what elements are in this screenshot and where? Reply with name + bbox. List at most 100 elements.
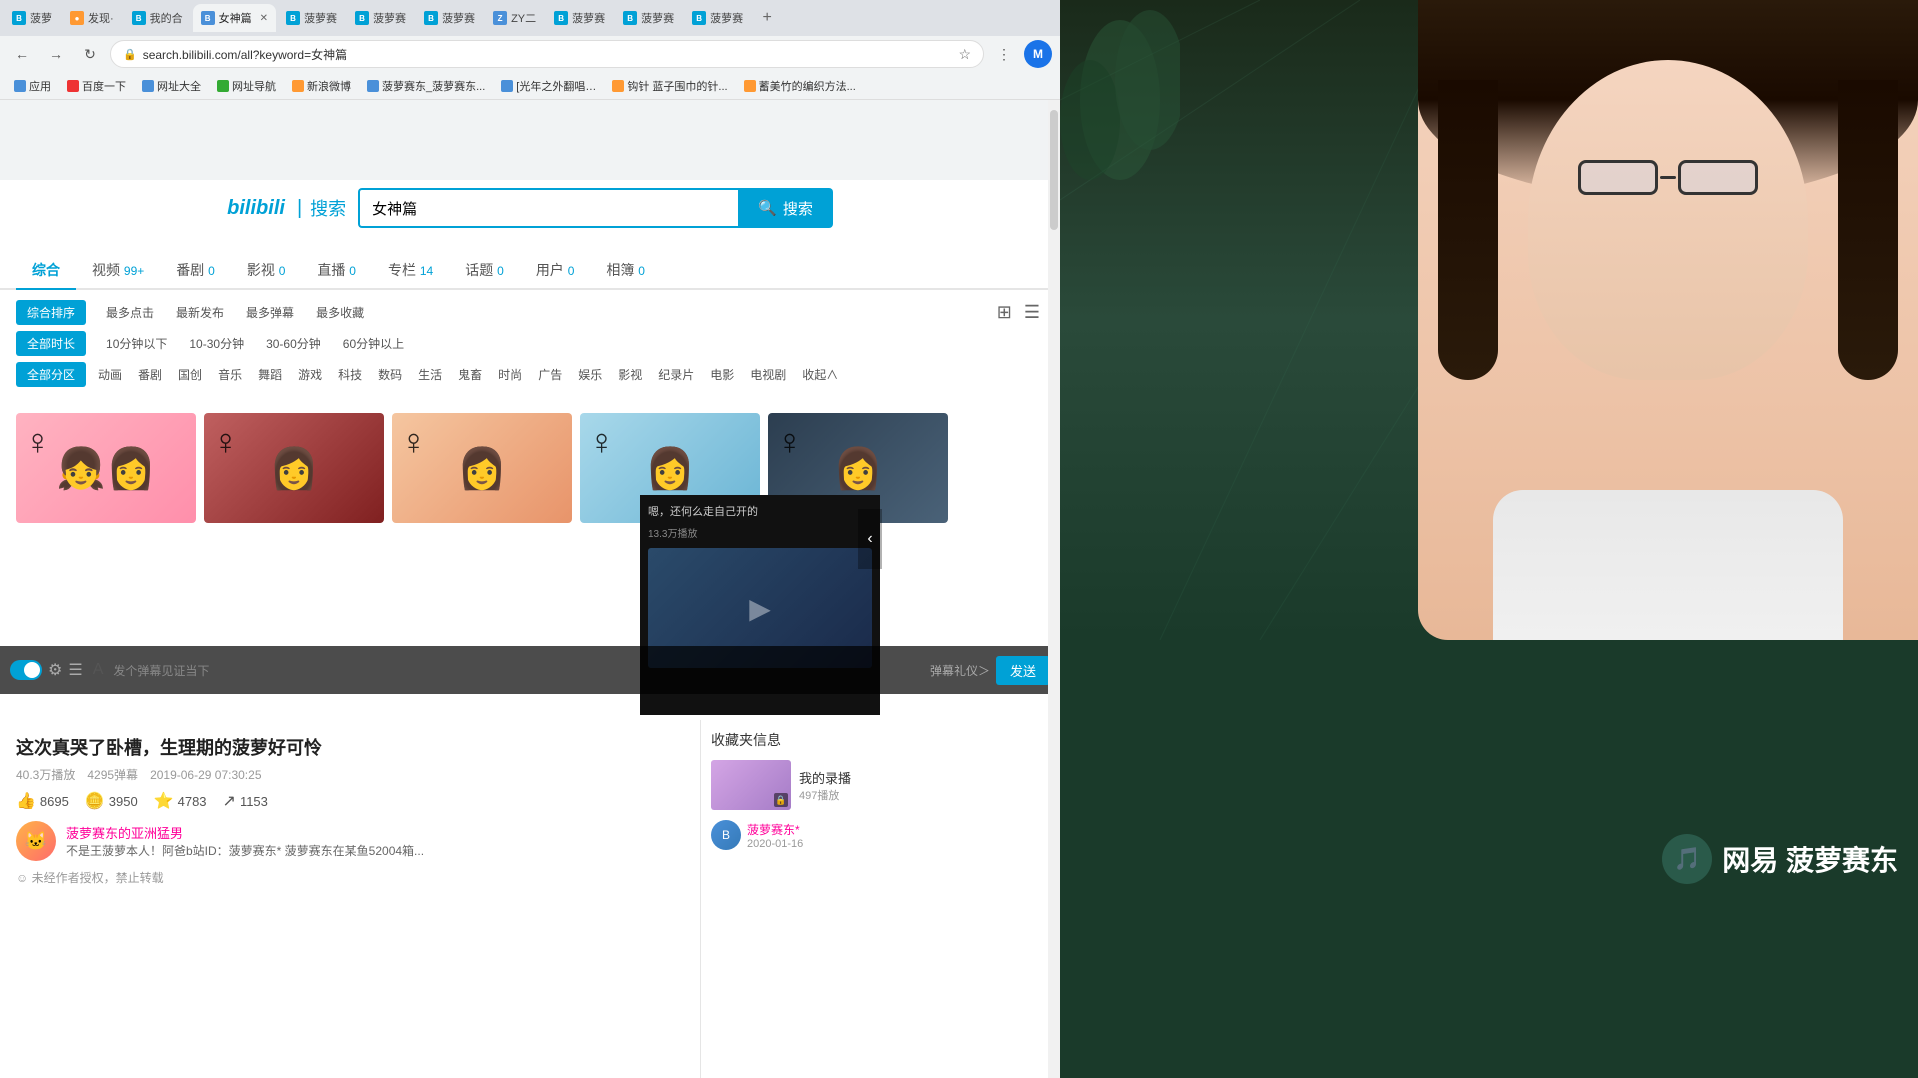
apps-bookmark[interactable]: 应用 <box>8 76 57 96</box>
tab-5[interactable]: B 菠萝赛 <box>278 4 345 32</box>
cat-game[interactable]: 游戏 <box>294 364 326 385</box>
cat-tech[interactable]: 科技 <box>334 364 366 385</box>
cat-dance[interactable]: 舞蹈 <box>254 364 286 385</box>
danmu-toggle[interactable] <box>10 660 42 680</box>
tab-label-3: 我的合 <box>150 10 183 26</box>
scrollbar-thumb[interactable] <box>1050 110 1058 230</box>
baidu-icon <box>67 80 79 92</box>
duration-10to30[interactable]: 10-30分钟 <box>183 332 250 355</box>
tab-fanju[interactable]: 番剧 0 <box>160 252 231 290</box>
cat-tv[interactable]: 电视剧 <box>746 364 790 385</box>
category-all[interactable]: 全部分区 <box>16 362 86 387</box>
browser-chrome: B 菠萝 ● 发现· B 我的合 B 女神篇 ✕ B 菠萝赛 B 菠萝赛 B 菠… <box>0 0 1060 180</box>
tab-live[interactable]: 直播 0 <box>301 252 372 290</box>
xumei-bookmark[interactable]: 蓄美竹的编织方法... <box>738 76 862 96</box>
gouzhen-bookmark[interactable]: 钩针 蓝子围巾的针... <box>606 76 733 96</box>
duration-over60[interactable]: 60分钟以上 <box>337 332 410 355</box>
tab-7[interactable]: B 菠萝赛 <box>416 4 483 32</box>
cat-animation[interactable]: 动画 <box>94 364 126 385</box>
video-card-1[interactable]: ♀ 👧👩 <box>16 413 196 523</box>
tab-2[interactable]: ● 发现· <box>62 4 122 32</box>
duration-filter-row: 全部时长 10分钟以下 10-30分钟 30-60分钟 60分钟以上 <box>16 331 1044 356</box>
cat-movie[interactable]: 电影 <box>706 364 738 385</box>
cat-fanju[interactable]: 番剧 <box>134 364 166 385</box>
wangzhi-bookmark[interactable]: 网址大全 <box>136 76 207 96</box>
like-button[interactable]: 👍 8695 <box>16 791 69 811</box>
danmu-gift-button[interactable]: 弹幕礼仪＞ <box>930 662 990 679</box>
uploader-avatar[interactable]: 🐱 <box>16 821 56 861</box>
tab-close-4[interactable]: ✕ <box>260 13 268 24</box>
cat-digital[interactable]: 数码 <box>374 364 406 385</box>
danmu-settings-icon[interactable]: ⚙ <box>48 660 62 680</box>
tab-6[interactable]: B 菠萝赛 <box>347 4 414 32</box>
danmu-send-button[interactable]: 发送 <box>996 656 1050 685</box>
grid-view-button[interactable]: ⊞ <box>993 300 1016 325</box>
danmu-input[interactable]: 发个弹幕见证当下 <box>113 662 924 679</box>
cat-collapse[interactable]: 收起∧ <box>798 364 842 385</box>
search-button[interactable]: 🔍 搜索 <box>738 188 833 228</box>
tab-11[interactable]: B 菠萝赛 <box>684 4 751 32</box>
share-button[interactable]: ↗ 1153 <box>223 791 268 811</box>
cat-entertainment[interactable]: 娱乐 <box>574 364 606 385</box>
star-count: 4783 <box>178 794 207 809</box>
tab-1[interactable]: B 菠萝 <box>4 4 60 32</box>
wangzhidaohang-bookmark[interactable]: 网址导航 <box>211 76 282 96</box>
cat-fashion[interactable]: 时尚 <box>494 364 526 385</box>
fav-item-1[interactable]: 🔒 我的录播 497播放 <box>711 760 1035 810</box>
cat-ghost[interactable]: 鬼畜 <box>454 364 486 385</box>
duration-30to60[interactable]: 30-60分钟 <box>260 332 327 355</box>
cat-music[interactable]: 音乐 <box>214 364 246 385</box>
duration-all[interactable]: 全部时长 <box>16 331 86 356</box>
tab-10[interactable]: B 菠萝赛 <box>615 4 682 32</box>
boluosaodong-bookmark[interactable]: 菠萝赛东_菠萝赛东... <box>361 76 491 96</box>
profile-button[interactable]: M <box>1024 40 1052 68</box>
duration-under10[interactable]: 10分钟以下 <box>100 332 173 355</box>
danmu-list-icon[interactable]: ☰ <box>68 660 82 680</box>
sort-comprehensive[interactable]: 综合排序 <box>16 300 86 325</box>
tab-9[interactable]: B 菠萝赛 <box>546 4 613 32</box>
cat-ad[interactable]: 广告 <box>534 364 566 385</box>
forward-button[interactable]: → <box>42 40 70 68</box>
search-input[interactable] <box>358 188 738 228</box>
video-card-2[interactable]: ♀ 👩 <box>204 413 384 523</box>
cat-documentary[interactable]: 纪录片 <box>654 364 698 385</box>
back-button[interactable]: ← <box>8 40 36 68</box>
refresh-button[interactable]: ↻ <box>76 40 104 68</box>
address-bar[interactable]: 🔒 search.bilibili.com/all?keyword=女神篇 ☆ <box>110 40 984 68</box>
bookmark-star-icon[interactable]: ☆ <box>958 46 971 63</box>
fav-uploader-avatar[interactable]: B <box>711 820 741 850</box>
sort-mostdanmu[interactable]: 最多弹幕 <box>240 301 300 324</box>
tab-video[interactable]: 视频 99+ <box>76 252 160 290</box>
tab-user[interactable]: 用户 0 <box>520 252 591 290</box>
coin-button[interactable]: 🪙 3950 <box>85 791 138 811</box>
uploader-name[interactable]: 菠萝赛东的亚洲猛男 <box>66 823 424 842</box>
tab-topic[interactable]: 话题 0 <box>449 252 520 290</box>
fav-uploader-name[interactable]: 菠萝赛东* <box>747 821 803 838</box>
star-button[interactable]: ⭐ 4783 <box>154 791 207 811</box>
panel-collapse-button[interactable]: ‹ <box>858 509 882 569</box>
female-icon-2: ♀ <box>212 421 239 463</box>
tab-album[interactable]: 相簿 0 <box>590 252 661 290</box>
star-icon: ⭐ <box>154 791 174 811</box>
tab-4-active[interactable]: B 女神篇 ✕ <box>193 4 276 32</box>
sort-mostfav[interactable]: 最多收藏 <box>310 301 370 324</box>
new-tab-button[interactable]: + <box>753 4 781 32</box>
tab-8[interactable]: Z ZY二 <box>485 4 544 32</box>
guangnian-bookmark[interactable]: [光年之外翻唱… <box>495 76 602 96</box>
coin-icon: 🪙 <box>85 791 105 811</box>
video-card-3[interactable]: ♀ 👩 <box>392 413 572 523</box>
tab-column[interactable]: 专栏 14 <box>372 252 449 290</box>
cat-guochuang[interactable]: 国创 <box>174 364 206 385</box>
sort-newest[interactable]: 最新发布 <box>170 301 230 324</box>
weibo-bookmark[interactable]: 新浪微博 <box>286 76 357 96</box>
baidu-bookmark[interactable]: 百度一下 <box>61 76 132 96</box>
tab-yingshi[interactable]: 影视 0 <box>231 252 302 290</box>
cat-life[interactable]: 生活 <box>414 364 446 385</box>
extensions-button[interactable]: ⋮ <box>990 40 1018 68</box>
sort-mostclick[interactable]: 最多点击 <box>100 301 160 324</box>
tab-comprehensive[interactable]: 综合 <box>16 252 76 290</box>
tab-3[interactable]: B 我的合 <box>124 4 191 32</box>
nav-bar: ← → ↻ 🔒 search.bilibili.com/all?keyword=… <box>0 36 1060 72</box>
list-view-button[interactable]: ☰ <box>1020 300 1044 325</box>
cat-film[interactable]: 影视 <box>614 364 646 385</box>
